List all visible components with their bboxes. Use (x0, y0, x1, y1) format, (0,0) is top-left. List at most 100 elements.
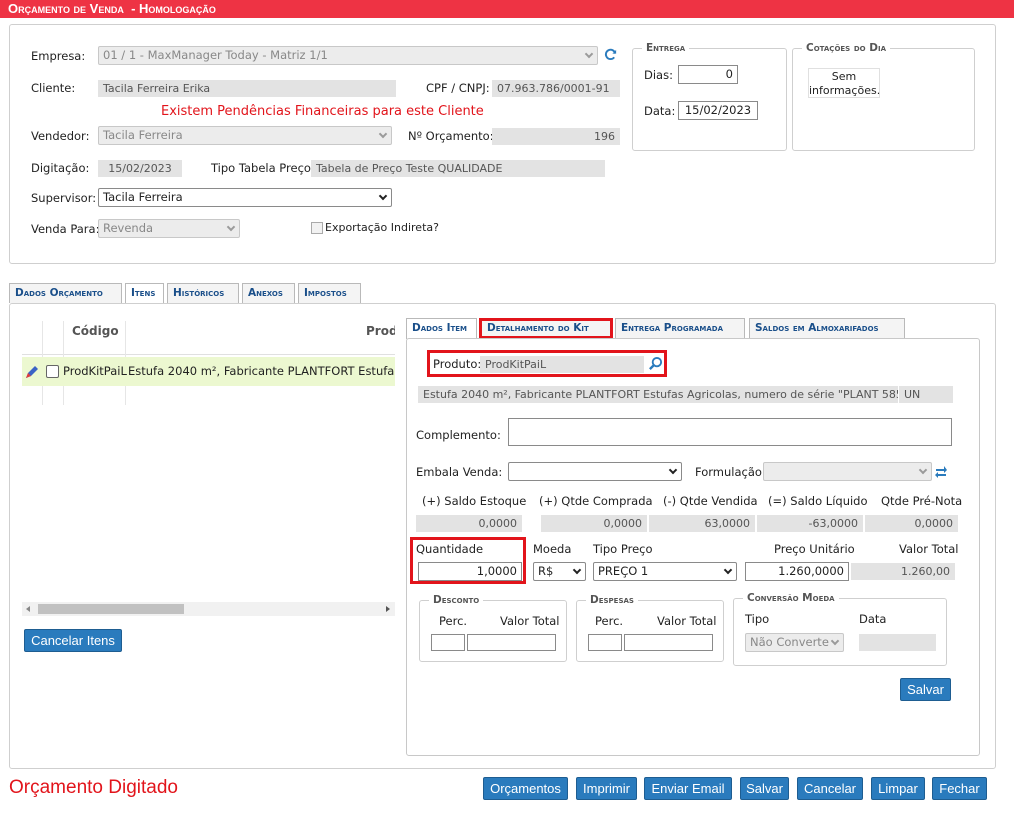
cancelar-itens-button[interactable]: Cancelar Itens (24, 629, 122, 652)
data-entrega-label: Data: (644, 104, 676, 118)
grid-col-produto[interactable]: Prod (366, 324, 395, 338)
scroll-left-arrow[interactable] (26, 606, 30, 612)
preco-unitario-label: Preço Unitário (774, 542, 855, 556)
qtde-prenota-field: 0,0000 (865, 515, 958, 532)
entrega-fieldset (632, 48, 787, 151)
dias-input[interactable]: 0 (678, 65, 738, 84)
tab-dados-item[interactable]: Dados Item (406, 318, 477, 339)
vendedor-value: Tacila Ferreira (103, 128, 183, 142)
status-text: Orçamento Digitado (9, 777, 178, 798)
cotacoes-title: Cotações do Dia (802, 42, 891, 54)
despesas-perc-label: Perc. (595, 614, 624, 628)
formulacao-select[interactable] (763, 462, 932, 481)
tab-dados-orcamento[interactable]: Dados Orçamento (9, 283, 122, 303)
qtde-vendida-label: (-) Qtde Vendida (663, 494, 758, 508)
complemento-label: Complemento: (416, 428, 501, 442)
refresh-icon[interactable] (603, 47, 618, 62)
row-checkbox[interactable] (46, 365, 59, 378)
salvar-item-button[interactable]: Salvar (900, 678, 951, 701)
desconto-perc-label: Perc. (439, 614, 468, 628)
imprimir-button[interactable]: Imprimir (576, 777, 637, 800)
saldo-liquido-label: (=) Saldo Líquido (768, 494, 868, 508)
empresa-value: 01 / 1 - MaxManager Today - Matriz 1/1 (103, 48, 328, 62)
conversao-tipo-value: Não Converte (750, 635, 829, 649)
vendedor-label: Vendedor: (31, 129, 90, 143)
despesas-perc-input[interactable] (588, 634, 622, 651)
row-descricao: Estufa 2040 m², Fabricante PLANTFORT Est… (128, 364, 395, 378)
conversao-data-field (859, 634, 936, 651)
qtde-comprada-label: (+) Qtde Comprada (539, 494, 653, 508)
preco-unitario-input[interactable]: 1.260,0000 (745, 562, 849, 581)
conversao-title: Conversão Moeda (743, 592, 839, 604)
despesas-valor-label: Valor Total (657, 614, 717, 628)
desconto-valor-input[interactable] (467, 634, 556, 651)
desconto-valor-label: Valor Total (500, 614, 560, 628)
tab-saldos-almoxarifados[interactable]: Saldos em Almoxarifados (749, 318, 905, 338)
moeda-label: Moeda (533, 542, 572, 556)
salvar-button[interactable]: Salvar (740, 777, 789, 800)
entrega-title: Entrega (642, 42, 690, 54)
tab-historicos[interactable]: Históricos (167, 283, 239, 303)
desconto-perc-input[interactable] (431, 634, 465, 651)
swap-icon[interactable] (934, 463, 948, 480)
tipo-preco-value: PREÇO 1 (598, 564, 649, 578)
conversao-tipo-select[interactable]: Não Converte (745, 633, 844, 652)
venda-para-label: Venda Para: (31, 222, 100, 236)
tipo-tabela-label: Tipo Tabela Preço: (211, 161, 315, 175)
tab-entrega-programada[interactable]: Entrega Programada (615, 318, 745, 338)
search-icon[interactable] (648, 356, 663, 371)
row-codigo: ProdKitPaiL (63, 364, 127, 378)
table-row[interactable]: ProdKitPaiL Estufa 2040 m², Fabricante P… (22, 357, 395, 386)
supervisor-label: Supervisor: (31, 191, 97, 205)
page-title: Orçamento de Venda - Homologação (8, 1, 216, 16)
items-grid: Código Prod ProdKitPaiL Estufa 2040 m², … (22, 321, 395, 405)
cliente-field: Tacila Ferreira Erika (98, 80, 396, 97)
cancelar-button[interactable]: Cancelar (797, 777, 863, 800)
tab-anexos[interactable]: Anexos (242, 283, 295, 303)
tipo-preco-select[interactable]: PREÇO 1 (593, 562, 737, 581)
grid-hscrollbar[interactable] (22, 602, 395, 616)
digitacao-field: 15/02/2023 (98, 160, 182, 177)
chevron-down-icon (918, 465, 928, 475)
grid-col-codigo[interactable]: Código (72, 324, 119, 338)
valor-total-label: Valor Total (899, 542, 959, 556)
unidade-field: UN (899, 386, 953, 403)
despesas-valor-input[interactable] (624, 634, 713, 651)
data-entrega-input[interactable]: 15/02/2023 (678, 101, 758, 120)
saldo-estoque-label: (+) Saldo Estoque (422, 494, 527, 508)
fechar-button[interactable]: Fechar (932, 777, 987, 800)
tab-impostos[interactable]: Impostos (298, 283, 361, 303)
orcamentos-button[interactable]: Orçamentos (483, 777, 568, 800)
edit-pencil-icon[interactable] (24, 364, 40, 380)
embala-label: Embala Venda: (416, 465, 503, 479)
empresa-label: Empresa: (31, 49, 86, 63)
conversao-fieldset (733, 598, 947, 666)
title-bar: Orçamento de Venda - Homologação (0, 0, 1014, 18)
vendedor-select[interactable]: Tacila Ferreira (98, 126, 392, 145)
scroll-right-arrow[interactable] (386, 606, 390, 612)
venda-para-select[interactable]: Revenda (98, 219, 240, 238)
quantidade-label: Quantidade (416, 542, 484, 556)
enviar-email-button[interactable]: Enviar Email (644, 777, 732, 800)
scroll-thumb[interactable] (38, 604, 184, 614)
exportacao-label: Exportação Indireta? (325, 221, 439, 234)
orcamento-label: Nº Orçamento: (408, 129, 494, 143)
tab-itens[interactable]: Itens (125, 283, 164, 304)
supervisor-select[interactable]: Tacila Ferreira (98, 188, 392, 207)
tipo-tabela-field: Tabela de Preço Teste QUALIDADE (311, 160, 605, 177)
produto-field[interactable]: ProdKitPaiL (480, 356, 644, 373)
moeda-select[interactable]: R$ (533, 562, 586, 581)
orcamento-field: 196 (492, 128, 620, 145)
exportacao-checkbox[interactable] (311, 222, 323, 234)
quantidade-input[interactable]: 1,0000 (418, 562, 522, 581)
qtde-vendida-field: 63,0000 (649, 515, 755, 532)
embala-select[interactable] (508, 462, 682, 481)
empresa-select[interactable]: 01 / 1 - MaxManager Today - Matriz 1/1 (98, 46, 598, 65)
complemento-textarea[interactable] (508, 418, 952, 446)
formulacao-label: Formulação: (695, 465, 766, 479)
chevron-down-icon (226, 222, 236, 232)
chevron-down-icon (378, 191, 388, 201)
desconto-title: Desconto (429, 594, 484, 606)
limpar-button[interactable]: Limpar (871, 777, 925, 800)
saldo-liquido-field: -63,0000 (757, 515, 863, 532)
